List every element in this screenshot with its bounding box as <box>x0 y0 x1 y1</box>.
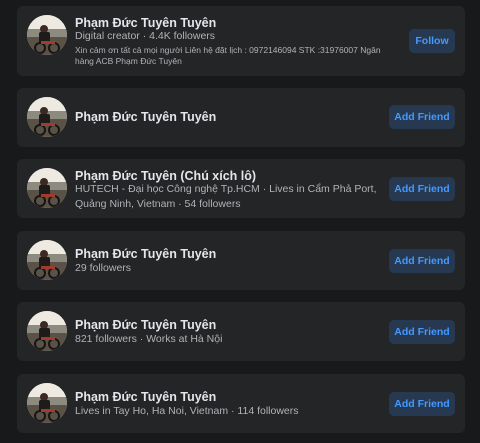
add-friend-button[interactable]: Add Friend <box>389 249 455 273</box>
search-result-card[interactable]: Phạm Đức Tuyên Tuyên 29 followers Add Fr… <box>17 231 465 290</box>
profile-name[interactable]: Phạm Đức Tuyên (Chú xích lô) <box>75 169 256 183</box>
search-result-card[interactable]: Phạm Đức Tuyên Tuyên 821 followers · Wor… <box>17 302 465 361</box>
profile-bio: Xin cảm ơn tất cả mọi người Liên hệ đặt … <box>75 45 381 66</box>
add-friend-button[interactable]: Add Friend <box>389 320 455 344</box>
avatar[interactable] <box>27 311 67 351</box>
profile-name[interactable]: Phạm Đức Tuyên Tuyên <box>75 318 216 332</box>
avatar[interactable] <box>27 383 67 423</box>
avatar[interactable] <box>27 15 67 55</box>
follow-button[interactable]: Follow <box>409 29 455 53</box>
add-friend-button[interactable]: Add Friend <box>389 177 455 201</box>
search-result-card[interactable]: Phạm Đức Tuyên Tuyên Digital creator · 4… <box>17 6 465 76</box>
profile-name[interactable]: Phạm Đức Tuyên Tuyên <box>75 110 216 124</box>
add-friend-button[interactable]: Add Friend <box>389 105 455 129</box>
profile-meta: 29 followers <box>75 262 132 274</box>
profile-meta: 821 followers · Works at Hà Nội <box>75 333 223 345</box>
avatar[interactable] <box>27 240 67 280</box>
profile-meta: Lives in Tay Ho, Ha Noi, Vietnam · 114 f… <box>75 405 299 417</box>
avatar[interactable] <box>27 168 67 208</box>
search-result-card[interactable]: Phạm Đức Tuyên Tuyên Lives in Tay Ho, Ha… <box>17 374 465 433</box>
search-result-card[interactable]: Phạm Đức Tuyên Tuyên Add Friend <box>17 88 465 147</box>
profile-name[interactable]: Phạm Đức Tuyên Tuyên <box>75 390 216 404</box>
search-result-card[interactable]: Phạm Đức Tuyên (Chú xích lô) HUTECH - Đạ… <box>17 159 465 218</box>
avatar[interactable] <box>27 97 67 137</box>
profile-meta: Digital creator · 4.4K followers <box>75 30 216 42</box>
add-friend-button[interactable]: Add Friend <box>389 392 455 416</box>
profile-meta: HUTECH - Đại học Công nghệ Tp.HCM · Live… <box>75 183 377 210</box>
profile-name[interactable]: Phạm Đức Tuyên Tuyên <box>75 16 216 30</box>
profile-name[interactable]: Phạm Đức Tuyên Tuyên <box>75 247 216 261</box>
